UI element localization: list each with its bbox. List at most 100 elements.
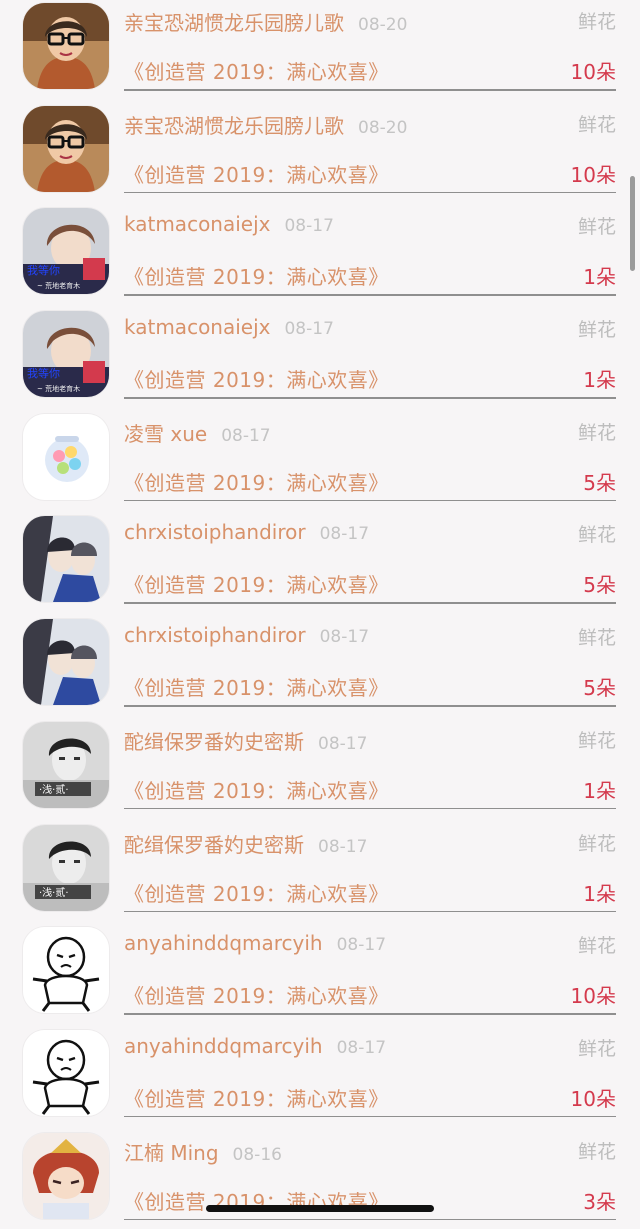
gift-date: 08-17 — [336, 935, 387, 956]
gift-record-list: 亲宝恐湖惯龙乐园膀儿歌 08-20 鲜花 《创造营 2019：满心欢喜》 10朵 … — [0, 0, 640, 1229]
sender-name[interactable]: katmaconaiejx — [124, 315, 270, 339]
home-indicator[interactable] — [206, 1205, 434, 1212]
avatar[interactable] — [23, 619, 109, 706]
list-item[interactable]: 我等你 ~ 荒地老育木 katmaconaiejx 08-17 鲜花 《创造营 2… — [0, 305, 640, 408]
svg-text:·浅·贰·: ·浅·贰· — [39, 886, 69, 899]
work-title-link[interactable]: 《创造营 2019：满心欢喜》 — [124, 1083, 389, 1112]
gift-type-label: 鲜花 — [577, 1140, 616, 1163]
vertical-scrollbar[interactable] — [630, 176, 635, 271]
sender-name-line: 酡缉保罗番妁史密斯 08-17 — [124, 829, 367, 858]
flower-count: 5朵 — [583, 470, 616, 495]
gift-type-label: 鲜花 — [577, 729, 616, 752]
gift-date: 08-20 — [358, 15, 408, 35]
avatar[interactable] — [23, 1029, 109, 1116]
avatar[interactable] — [23, 1132, 109, 1219]
game-character-avatar — [23, 1132, 109, 1219]
gift-type-label: 鲜花 — [577, 524, 616, 547]
avatar[interactable] — [23, 3, 109, 89]
sender-name[interactable]: 亲宝恐湖惯龙乐园膀儿歌 — [124, 114, 344, 138]
cartoon-baby-avatar — [23, 1029, 109, 1116]
sender-name[interactable]: 凌雪 xue — [124, 422, 207, 446]
flower-count: 1朵 — [583, 265, 616, 290]
woman-glasses-avatar — [23, 105, 109, 192]
sender-name[interactable]: 江楠 Ming — [124, 1141, 219, 1165]
flower-count: 10朵 — [570, 1086, 616, 1111]
avatar[interactable] — [23, 516, 109, 603]
cartoon-baby-avatar — [23, 927, 109, 1014]
work-title-link[interactable]: 《创造营 2019：满心欢喜》 — [124, 980, 389, 1009]
avatar[interactable] — [23, 105, 109, 192]
avatar[interactable] — [23, 413, 109, 500]
work-title-link[interactable]: 《创造营 2019：满心欢喜》 — [124, 261, 389, 290]
flower-count: 1朵 — [583, 778, 616, 803]
row-divider — [124, 1013, 616, 1015]
anime-couple-avatar — [23, 516, 109, 603]
sender-name-line: 亲宝恐湖惯龙乐园膀儿歌 08-20 — [124, 7, 407, 36]
svg-text:我等你: 我等你 — [27, 263, 60, 277]
list-item[interactable]: 江楠 Ming 08-16 鲜花 《创造营 2019：满心欢喜》 3朵 — [0, 1127, 640, 1229]
svg-text:我等你: 我等你 — [27, 366, 60, 380]
flower-count: 3朵 — [583, 1189, 616, 1214]
gift-date: 08-17 — [319, 627, 370, 648]
list-item[interactable]: 亲宝恐湖惯龙乐园膀儿歌 08-20 鲜花 《创造营 2019：满心欢喜》 10朵 — [0, 0, 640, 100]
anime-couple-avatar — [23, 619, 109, 706]
flower-count: 5朵 — [583, 573, 616, 598]
work-title-link[interactable]: 《创造营 2019：满心欢喜》 — [124, 159, 389, 188]
list-item[interactable]: 凌雪 xue 08-17 鲜花 《创造营 2019：满心欢喜》 5朵 — [0, 408, 640, 511]
list-item[interactable]: anyahinddqmarcyih 08-17 鲜花 《创造营 2019：满心欢喜… — [0, 921, 640, 1024]
row-divider — [124, 807, 616, 810]
flower-count: 5朵 — [583, 676, 616, 701]
row-divider — [124, 499, 616, 502]
work-title-link[interactable]: 《创造营 2019：满心欢喜》 — [124, 364, 389, 393]
gift-type-label: 鲜花 — [577, 11, 616, 33]
row-divider — [124, 1115, 616, 1118]
svg-text:~ 荒地老育木: ~ 荒地老育木 — [37, 281, 80, 290]
sender-name-line: anyahinddqmarcyih 08-17 — [124, 1034, 386, 1058]
flower-count: 1朵 — [583, 881, 616, 906]
sender-name[interactable]: katmaconaiejx — [124, 212, 270, 236]
sender-name[interactable]: 酡缉保罗番妁史密斯 — [124, 833, 304, 857]
sender-name[interactable]: 亲宝恐湖惯龙乐园膀儿歌 — [124, 11, 344, 35]
avatar[interactable]: ·浅·贰· — [23, 721, 109, 808]
work-title-link[interactable]: 《创造营 2019：满心欢喜》 — [124, 467, 389, 496]
boy-anime-avatar: 我等你 ~ 荒地老育木 — [23, 311, 109, 398]
gift-date: 08-17 — [221, 425, 271, 446]
work-title-link[interactable]: 《创造营 2019：满心欢喜》 — [124, 672, 389, 701]
list-item[interactable]: chrxistoiphandiror 08-17 鲜花 《创造营 2019：满心欢… — [0, 510, 640, 613]
work-title-link[interactable]: 《创造营 2019：满心欢喜》 — [124, 56, 389, 85]
sender-name[interactable]: chrxistoiphandiror — [124, 520, 306, 544]
row-divider — [124, 705, 616, 707]
sender-name[interactable]: chrxistoiphandiror — [124, 623, 306, 647]
gift-date: 08-17 — [318, 836, 368, 857]
list-item[interactable]: ·浅·贰· 酡缉保罗番妁史密斯 08-17 鲜花 《创造营 2019：满心欢喜》 … — [0, 716, 640, 819]
list-item[interactable]: 亲宝恐湖惯龙乐园膀儿歌 08-20 鲜花 《创造营 2019：满心欢喜》 10朵 — [0, 100, 640, 203]
work-title-link[interactable]: 《创造营 2019：满心欢喜》 — [124, 775, 389, 804]
gift-type-label: 鲜花 — [577, 216, 616, 239]
row-divider — [124, 602, 616, 604]
sender-name-line: 江楠 Ming 08-16 — [124, 1137, 282, 1166]
flower-count: 10朵 — [570, 984, 616, 1009]
avatar[interactable]: 我等你 ~ 荒地老育木 — [23, 208, 109, 295]
list-item[interactable]: anyahinddqmarcyih 08-17 鲜花 《创造营 2019：满心欢喜… — [0, 1024, 640, 1127]
sender-name[interactable]: 酡缉保罗番妁史密斯 — [124, 730, 304, 754]
avatar[interactable]: 我等你 ~ 荒地老育木 — [23, 311, 109, 398]
bw-portrait-avatar: ·浅·贰· — [23, 721, 109, 808]
gift-date: 08-17 — [284, 216, 334, 237]
sender-name-line: anyahinddqmarcyih 08-17 — [124, 931, 386, 955]
sender-name[interactable]: anyahinddqmarcyih — [124, 1034, 323, 1058]
sender-name-line: chrxistoiphandiror 08-17 — [124, 520, 369, 544]
row-divider — [124, 294, 616, 296]
gift-date: 08-17 — [284, 319, 334, 340]
list-item[interactable]: chrxistoiphandiror 08-17 鲜花 《创造营 2019：满心欢… — [0, 613, 640, 716]
sender-name[interactable]: anyahinddqmarcyih — [124, 931, 323, 955]
list-item[interactable]: ·浅·贰· 酡缉保罗番妁史密斯 08-17 鲜花 《创造营 2019：满心欢喜》 … — [0, 819, 640, 922]
sender-name-line: 酡缉保罗番妁史密斯 08-17 — [124, 726, 367, 755]
avatar[interactable]: ·浅·贰· — [23, 824, 109, 911]
avatar[interactable] — [23, 927, 109, 1014]
work-title-link[interactable]: 《创造营 2019：满心欢喜》 — [124, 878, 389, 907]
gift-type-label: 鲜花 — [577, 113, 616, 136]
sender-name-line: 凌雪 xue 08-17 — [124, 418, 271, 447]
sender-name-line: chrxistoiphandiror 08-17 — [124, 623, 369, 647]
list-item[interactable]: 我等你 ~ 荒地老育木 katmaconaiejx 08-17 鲜花 《创造营 2… — [0, 202, 640, 305]
work-title-link[interactable]: 《创造营 2019：满心欢喜》 — [124, 569, 389, 598]
